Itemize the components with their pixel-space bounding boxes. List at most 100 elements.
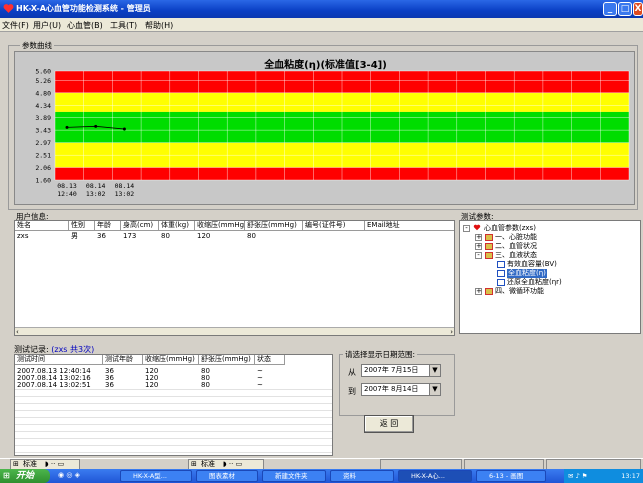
- y-tick-label: 3.89: [35, 114, 51, 122]
- record-cell[interactable]: 120: [145, 381, 158, 389]
- heart-icon: [473, 224, 481, 231]
- ime-icon[interactable]: ⊞: [13, 460, 19, 469]
- chart-grid: [54, 70, 630, 181]
- dropdown-arrow-icon[interactable]: ▼: [429, 365, 440, 376]
- status-bar: ⊞ 标准 ◗ ·· ▭ ⊞ 标准 ◗ ·· ▭: [0, 458, 643, 470]
- record-cell[interactable]: 36: [105, 381, 114, 389]
- data-point[interactable]: [65, 125, 69, 129]
- menu-cardio[interactable]: 心血管(B): [67, 20, 103, 31]
- chart-plot: 5.605.26 4.80 4.34 3.89 3.43 2.97 2.51 2.06 1.60…: [35, 68, 630, 198]
- y-tick-label: 5.26: [35, 77, 51, 85]
- user-cell[interactable]: 80: [161, 232, 170, 240]
- taskbar-task[interactable]: 新建文件夹: [262, 470, 326, 482]
- tree-item[interactable]: 还原全血粘度(ηr): [507, 278, 562, 287]
- user-cell[interactable]: 120: [197, 232, 210, 240]
- ime-icon[interactable]: ⊞: [191, 460, 197, 469]
- tree-expand-toggle[interactable]: +: [475, 243, 482, 250]
- y-tick-label: 2.06: [35, 164, 51, 172]
- data-point[interactable]: [94, 124, 98, 128]
- user-cell[interactable]: 36: [97, 232, 106, 240]
- close-button[interactable]: X: [633, 2, 643, 16]
- tree-expand-toggle[interactable]: -: [475, 252, 482, 259]
- record-row-line: [15, 452, 332, 453]
- taskbar-task[interactable]: 资料: [330, 470, 394, 482]
- tree-collapse-root[interactable]: -: [463, 225, 470, 232]
- user-cell[interactable]: 80: [247, 232, 256, 240]
- folder-icon: [485, 243, 493, 250]
- back-button[interactable]: 返 回: [364, 415, 414, 433]
- minimize-button[interactable]: _: [603, 2, 617, 16]
- user-col-header[interactable]: 年龄: [95, 221, 121, 231]
- y-tick-label: 5.60: [35, 68, 51, 76]
- record-cell[interactable]: 2007.08.14 13:02:51: [17, 381, 91, 389]
- user-cell[interactable]: 173: [123, 232, 136, 240]
- tree-item[interactable]: 二、血管状况: [495, 242, 537, 251]
- clock: 13:17: [621, 472, 640, 480]
- scroll-left-icon[interactable]: ‹: [16, 328, 19, 335]
- taskbar-task[interactable]: 图表素材: [196, 470, 258, 482]
- record-row-line: [15, 438, 332, 439]
- menu-help[interactable]: 帮助(H): [145, 20, 173, 31]
- start-button[interactable]: ⊞ 开始: [0, 469, 50, 483]
- moon-icon[interactable]: ◗ ·· ▭: [45, 460, 64, 469]
- user-col-header[interactable]: 姓名: [15, 221, 69, 231]
- tree-expand-toggle[interactable]: +: [475, 288, 482, 295]
- tree-item[interactable]: 三、血液状态: [495, 251, 537, 260]
- record-row-line: [15, 396, 332, 397]
- test-params-tree[interactable]: - 心血管参数(zxs) + 一、心脏功能 + 二、血管状况 - 三、血液状态 有效血容量(…: [459, 220, 641, 334]
- user-col-header[interactable]: EMail地址: [365, 221, 454, 231]
- record-row-line: [15, 424, 332, 425]
- menu-file[interactable]: 文件(F): [2, 20, 29, 31]
- user-col-header[interactable]: 收缩压(mmHg): [195, 221, 247, 231]
- record-col-header[interactable]: 测试年龄: [103, 355, 143, 365]
- folder-icon: [485, 252, 493, 259]
- data-point[interactable]: [122, 127, 126, 131]
- record-row-line: [15, 389, 332, 390]
- tree-item[interactable]: 四、微循环功能: [495, 287, 544, 296]
- tree-expand-toggle[interactable]: +: [475, 234, 482, 241]
- tree-item[interactable]: 一、心脏功能: [495, 233, 537, 242]
- scroll-right-icon[interactable]: ›: [450, 328, 453, 335]
- record-cell[interactable]: ~: [257, 381, 263, 389]
- user-col-header[interactable]: 性别: [69, 221, 95, 231]
- tray-icons[interactable]: ✉ ♪ ⚑: [568, 469, 588, 483]
- document-icon: [497, 279, 505, 286]
- menu-tools[interactable]: 工具(T): [110, 20, 137, 31]
- user-cell[interactable]: 男: [71, 232, 78, 240]
- horizontal-scrollbar[interactable]: ‹ ›: [15, 327, 454, 335]
- record-col-header[interactable]: 收缩压(mmHg): [143, 355, 199, 365]
- record-cell[interactable]: 80: [201, 381, 210, 389]
- user-col-header[interactable]: 体重(kg): [159, 221, 195, 231]
- x-tick-label: 13:02: [86, 190, 106, 198]
- moon-icon[interactable]: ◗ ·· ▭: [223, 460, 242, 469]
- document-icon: [497, 261, 505, 268]
- record-col-header[interactable]: 状态: [255, 355, 285, 365]
- taskbar-task[interactable]: HK-X-A心...: [398, 470, 472, 482]
- tree-root[interactable]: 心血管参数(zxs): [484, 224, 536, 233]
- user-info-table[interactable]: 姓名 性别 年龄 身高(cm) 体重(kg) 收缩压(mmHg) 舒张压(mmHg) 编号(证…: [14, 220, 455, 336]
- date-range-label: 请选择显示日期范围:: [343, 349, 418, 360]
- user-col-header[interactable]: 舒张压(mmHg): [245, 221, 303, 231]
- record-row-line: [15, 431, 332, 432]
- y-tick-label: 2.97: [35, 139, 51, 147]
- from-label: 从: [348, 368, 356, 377]
- from-date-picker[interactable]: 2007年 7月15日 ▼: [361, 364, 441, 377]
- tree-item[interactable]: 有效血容量(BV): [507, 260, 557, 269]
- menu-user[interactable]: 用户(U): [33, 20, 61, 31]
- user-cell[interactable]: zxs: [17, 232, 28, 240]
- taskbar-task[interactable]: 6-13 - 画图: [476, 470, 546, 482]
- to-date-picker[interactable]: 2007年 8月14日 ▼: [361, 383, 441, 396]
- tree-item[interactable]: 全血粘度(η): [507, 269, 547, 278]
- dropdown-arrow-icon[interactable]: ▼: [429, 384, 440, 395]
- record-row-line: [15, 410, 332, 411]
- record-col-header[interactable]: 测试时间: [15, 355, 103, 365]
- quick-launch-icons[interactable]: ◉ ◎ ◈: [58, 471, 80, 479]
- record-row-line: [15, 445, 332, 446]
- app-heart-icon: [3, 4, 14, 13]
- record-col-header[interactable]: 舒张压(mmHg): [199, 355, 255, 365]
- maximize-button[interactable]: □: [618, 2, 632, 16]
- user-col-header[interactable]: 身高(cm): [121, 221, 159, 231]
- test-records-table[interactable]: 测试时间 测试年龄 收缩压(mmHg) 舒张压(mmHg) 状态 2007.08.13 …: [14, 354, 333, 456]
- user-col-header[interactable]: 编号(证件号): [303, 221, 365, 231]
- taskbar-task[interactable]: HK-X-A型...: [120, 470, 192, 482]
